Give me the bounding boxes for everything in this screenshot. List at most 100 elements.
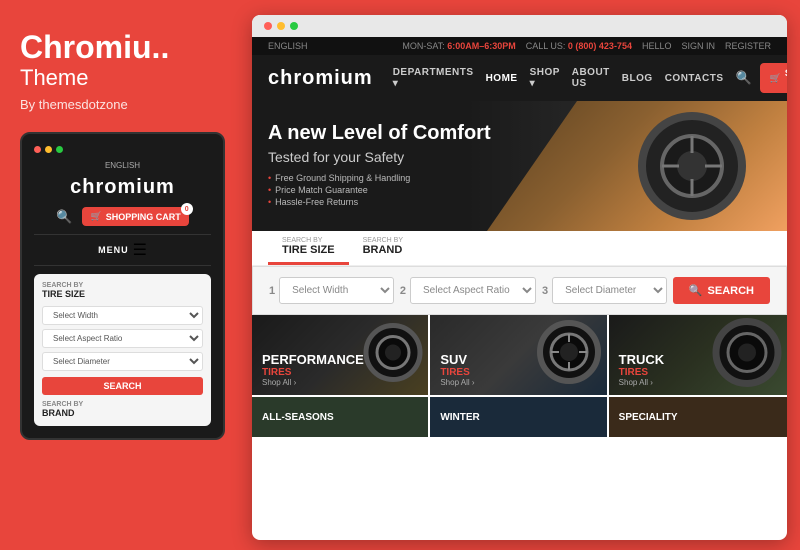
select-wrap-1: 1 Select Width xyxy=(269,277,394,304)
hero-subtitle: Tested for your Safety xyxy=(268,149,771,165)
category-winter[interactable]: WINTER xyxy=(430,397,608,437)
search-tab-tire-size[interactable]: SEARCH BY TIRE SIZE xyxy=(268,231,349,265)
search-tabs: SEARCH BY TIRE SIZE SEARCH BY BRAND xyxy=(268,231,771,265)
hero-bullet-3: Hassle-Free Returns xyxy=(268,197,771,207)
nav-item-blog[interactable]: BLOG xyxy=(622,73,653,84)
category-text-truck: TRUCK TIRES Shop All › xyxy=(619,353,665,387)
hello-text: HELLO xyxy=(642,41,672,51)
hero-bullet-1: Free Ground Shipping & Handling xyxy=(268,173,771,183)
tab2-value: BRAND xyxy=(363,244,403,256)
nav-search-icon[interactable]: 🔍 xyxy=(736,70,752,86)
mobile-dots xyxy=(34,146,211,153)
performance-tire-img xyxy=(363,323,423,388)
nav-icons: 🔍 🛒 SHOPPING CART 0 xyxy=(736,63,788,93)
search-section: SEARCH BY TIRE SIZE SEARCH BY BRAND xyxy=(252,231,787,266)
mobile-mockup: ENGLISH chromium 🔍 🛒 SHOPPING CART 0 MEN… xyxy=(20,132,225,440)
browser-dot-red[interactable] xyxy=(264,22,272,30)
select-wrap-3: 3 Select Diameter xyxy=(542,277,667,304)
category-text-perf: PERFORMANCE TIRES Shop All › xyxy=(262,353,364,387)
select-num-3: 3 xyxy=(542,285,548,297)
select-num-2: 2 xyxy=(400,285,406,297)
cat-subtitle-suv: TIRES xyxy=(440,367,474,378)
cat-subtitle-truck: TIRES xyxy=(619,367,665,378)
browser-panel: ENGLISH MON-SAT: 6:00AM–6:30PM CALL US: … xyxy=(252,15,787,540)
mobile-search-icon[interactable]: 🔍 xyxy=(56,209,72,225)
search-submit-label: SEARCH xyxy=(708,285,754,297)
mobile-cart-row: 🔍 🛒 SHOPPING CART 0 xyxy=(34,207,211,226)
mobile-aspect-select[interactable]: Select Aspect Ratio xyxy=(42,329,203,348)
mobile-cart-button[interactable]: 🛒 SHOPPING CART 0 xyxy=(82,207,188,226)
hours-value: 6:00AM–6:30PM xyxy=(447,41,516,51)
nav-item-departments[interactable]: DEPARTMENTS ▾ xyxy=(393,67,474,89)
category-truck[interactable]: TRUCK TIRES Shop All › xyxy=(609,315,787,395)
theme-title: Chromiu.. xyxy=(20,30,225,65)
mobile-brand-label: SEARCH BY xyxy=(42,401,203,408)
sign-in-link[interactable]: SIGN IN xyxy=(681,41,715,51)
theme-author: By themesdotzone xyxy=(20,97,225,112)
browser-dot-yellow[interactable] xyxy=(277,22,285,30)
nav-item-shop[interactable]: SHOP ▾ xyxy=(530,67,560,89)
select-wrap-2: 2 Select Aspect Ratio xyxy=(400,277,536,304)
mobile-logo: chromium xyxy=(34,176,211,199)
category-performance[interactable]: PERFORMANCE TIRES Shop All › xyxy=(252,315,430,395)
categories-bottom: ALL-SEASONS WINTER SPECIALITY xyxy=(252,395,787,437)
cat-title-truck: TRUCK xyxy=(619,353,665,367)
cat-bottom-allseasons: ALL-SEASONS xyxy=(262,412,334,423)
mobile-diameter-select[interactable]: Select Diameter xyxy=(42,352,203,371)
cat-bottom-winter: WINTER xyxy=(440,412,479,423)
top-bar-right: MON-SAT: 6:00AM–6:30PM CALL US: 0 (800) … xyxy=(402,41,771,51)
mobile-lang: ENGLISH xyxy=(34,161,211,170)
suv-tire-img xyxy=(537,320,602,390)
search-submit-icon: 🔍 xyxy=(689,284,703,297)
cat-shop-truck[interactable]: Shop All › xyxy=(619,378,665,387)
cart-nav-label: SHOPPING CART xyxy=(785,68,787,88)
mobile-menu-row[interactable]: MENU ☰ xyxy=(34,234,211,266)
lang-selector[interactable]: ENGLISH xyxy=(268,41,308,51)
hero-title: A new Level of Comfort xyxy=(268,121,771,145)
site-logo[interactable]: chromium xyxy=(268,67,373,90)
register-link[interactable]: REGISTER xyxy=(725,41,771,51)
browser-dot-green[interactable] xyxy=(290,22,298,30)
call-number[interactable]: 0 (800) 423-754 xyxy=(568,41,632,51)
width-select[interactable]: Select Width xyxy=(279,277,394,304)
site-header: ENGLISH MON-SAT: 6:00AM–6:30PM CALL US: … xyxy=(252,37,787,101)
mobile-cart-label: SHOPPING CART xyxy=(106,212,181,222)
mobile-brand-value: BRAND xyxy=(42,408,203,418)
theme-subtitle: Theme xyxy=(20,65,225,91)
nav-item-contacts[interactable]: CONTACTS xyxy=(665,73,724,84)
category-suv[interactable]: SUV TIRES Shop All › xyxy=(430,315,608,395)
mobile-width-select[interactable]: Select Width xyxy=(42,306,203,325)
nav-items: DEPARTMENTS ▾ HOME SHOP ▾ ABOUT US BLOG … xyxy=(393,67,724,89)
truck-tire-img xyxy=(712,318,782,393)
mobile-dot-red xyxy=(34,146,41,153)
category-specialty[interactable]: SPECIALITY xyxy=(609,397,787,437)
nav-item-about[interactable]: ABOUT US xyxy=(572,67,610,89)
aspect-select[interactable]: Select Aspect Ratio xyxy=(410,277,536,304)
mobile-search-by-label: SEARCH BY xyxy=(42,282,203,289)
hero-bullets: Free Ground Shipping & Handling Price Ma… xyxy=(268,173,771,207)
search-submit-button[interactable]: 🔍 SEARCH xyxy=(673,277,770,304)
search-tab-brand[interactable]: SEARCH BY BRAND xyxy=(349,231,417,265)
cart-nav-button[interactable]: 🛒 SHOPPING CART 0 xyxy=(760,63,787,93)
cat-title-suv: SUV xyxy=(440,353,474,367)
mobile-menu-label: MENU xyxy=(98,245,129,255)
category-allseasons[interactable]: ALL-SEASONS xyxy=(252,397,430,437)
cart-icon: 🛒 xyxy=(770,73,781,84)
cat-shop-suv[interactable]: Shop All › xyxy=(440,378,474,387)
top-bar-left: ENGLISH xyxy=(268,41,308,51)
nav-bar: chromium DEPARTMENTS ▾ HOME SHOP ▾ ABOUT… xyxy=(252,55,787,101)
tab1-label: SEARCH BY xyxy=(282,237,335,244)
search-form: 1 Select Width 2 Select Aspect Ratio 3 S… xyxy=(252,266,787,315)
mobile-search-by-value: TIRE SIZE xyxy=(42,289,203,299)
cat-shop-perf[interactable]: Shop All › xyxy=(262,378,364,387)
nav-item-home[interactable]: HOME xyxy=(486,73,518,84)
tab2-label: SEARCH BY xyxy=(363,237,403,244)
cart-icon: 🛒 xyxy=(90,211,101,222)
mobile-search-button[interactable]: SEARCH xyxy=(42,377,203,395)
cat-bottom-specialty: SPECIALITY xyxy=(619,412,678,423)
select-num-1: 1 xyxy=(269,285,275,297)
tab1-value: TIRE SIZE xyxy=(282,244,335,256)
hero-section: A new Level of Comfort Tested for your S… xyxy=(252,101,787,231)
left-panel: Chromiu.. Theme By themesdotzone ENGLISH… xyxy=(0,0,245,550)
diameter-select[interactable]: Select Diameter xyxy=(552,277,667,304)
